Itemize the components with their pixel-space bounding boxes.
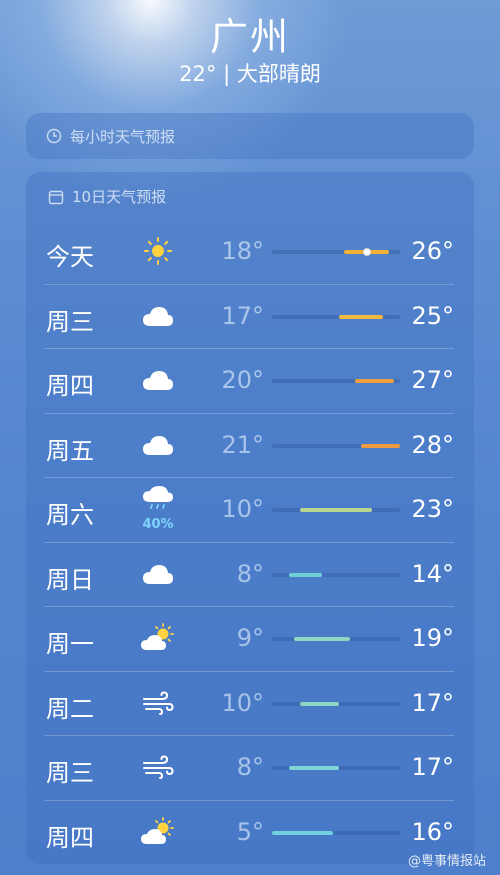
forecast-row[interactable]: 周五 21° 28° xyxy=(26,412,474,478)
rain-cloud-icon xyxy=(138,483,178,513)
day-label: 周四 xyxy=(46,372,94,400)
high-temp: 17° xyxy=(411,753,454,781)
divider xyxy=(44,799,454,801)
low-temp: 20° xyxy=(221,366,264,394)
day-label: 今天 xyxy=(46,243,94,271)
temp-range-bar xyxy=(272,830,334,835)
forecast-row[interactable]: 周三 8° 17° xyxy=(26,735,474,800)
current-conditions: 22° | 大部晴朗 xyxy=(179,62,321,86)
temp-range-bar xyxy=(288,572,323,577)
low-temp: 18° xyxy=(221,237,264,265)
hourly-forecast-title: 每小时天气预报 xyxy=(70,127,176,146)
temp-range-track xyxy=(272,572,400,577)
wind-icon xyxy=(138,685,178,721)
forecast-row[interactable]: 周三 17° 25° xyxy=(26,283,474,349)
forecast-row[interactable]: 周六 40% 10° 23° xyxy=(26,477,474,542)
day-label: 周三 xyxy=(46,759,94,787)
high-temp: 17° xyxy=(411,688,454,717)
day-label: 周六 xyxy=(46,501,94,529)
low-temp: 5° xyxy=(236,817,264,846)
low-temp: 21° xyxy=(221,430,264,459)
temp-range-bar xyxy=(355,379,395,383)
low-temp: 8° xyxy=(236,753,264,781)
low-temp: 17° xyxy=(221,301,264,330)
high-temp: 16° xyxy=(411,817,454,846)
divider xyxy=(44,412,454,414)
temp-range-track xyxy=(272,314,400,319)
day-label: 周日 xyxy=(46,565,94,594)
forecast-row[interactable]: 周一 9° 19° xyxy=(26,606,474,671)
temp-range-track xyxy=(272,508,400,512)
day-label: 周三 xyxy=(46,307,94,336)
low-temp: 9° xyxy=(236,624,264,652)
temp-range-bar xyxy=(294,637,350,641)
day-label: 周二 xyxy=(46,694,94,723)
temp-range-bar xyxy=(288,766,339,770)
temp-range-bar xyxy=(299,701,339,706)
day-label: 周一 xyxy=(46,630,94,658)
divider xyxy=(44,477,454,478)
temp-range-track xyxy=(272,766,400,770)
divider xyxy=(44,348,454,349)
calendar-icon xyxy=(48,189,64,205)
forecast-row[interactable]: 今天 18° 26° xyxy=(26,219,474,284)
divider xyxy=(44,670,454,672)
cloud-icon xyxy=(138,556,178,592)
high-temp: 28° xyxy=(411,430,454,459)
wind-icon xyxy=(138,749,178,785)
cloud-icon xyxy=(138,427,178,463)
temp-range-track xyxy=(272,443,400,448)
clock-icon xyxy=(46,128,62,144)
forecast-row[interactable]: 周二 10° 17° xyxy=(26,670,474,736)
sun-icon xyxy=(138,233,178,269)
hourly-forecast-card[interactable]: 每小时天气预报 xyxy=(26,113,474,159)
temp-range-bar xyxy=(299,508,373,512)
divider xyxy=(44,541,454,543)
cloud-icon xyxy=(138,362,178,398)
temp-range-track xyxy=(272,701,400,706)
partly-sunny-icon xyxy=(138,814,178,850)
current-temp-dot xyxy=(362,248,371,256)
temp-range-track xyxy=(272,248,400,256)
watermark: @粤事情报站 xyxy=(407,854,486,869)
cloud-icon xyxy=(138,298,178,334)
day-label: 周五 xyxy=(46,436,94,465)
divider xyxy=(44,283,454,285)
high-temp: 23° xyxy=(411,495,454,523)
high-temp: 27° xyxy=(411,366,454,394)
low-temp: 10° xyxy=(221,495,264,523)
forecast-row[interactable]: 周四 5° 16° xyxy=(26,799,474,865)
divider xyxy=(44,735,454,736)
high-temp: 14° xyxy=(411,559,454,588)
precipitation-chance: 40% xyxy=(142,517,174,532)
city-name: 广州 xyxy=(209,15,290,59)
temp-range-track xyxy=(272,379,400,383)
temp-range-track xyxy=(272,637,400,641)
partly-sunny-icon xyxy=(138,620,178,656)
temp-range-bar xyxy=(338,314,384,319)
forecast-row[interactable]: 周四 20° 27° xyxy=(26,348,474,413)
divider xyxy=(44,606,454,607)
forecast-row[interactable]: 周日 8° 14° xyxy=(26,541,474,607)
low-temp: 8° xyxy=(236,559,264,588)
low-temp: 10° xyxy=(221,688,264,717)
day-label: 周四 xyxy=(46,823,94,852)
high-temp: 25° xyxy=(411,301,454,330)
daily-forecast-title: 10日天气预报 xyxy=(72,188,167,206)
high-temp: 19° xyxy=(411,624,454,652)
temp-range-track xyxy=(272,830,400,835)
high-temp: 26° xyxy=(411,237,454,265)
